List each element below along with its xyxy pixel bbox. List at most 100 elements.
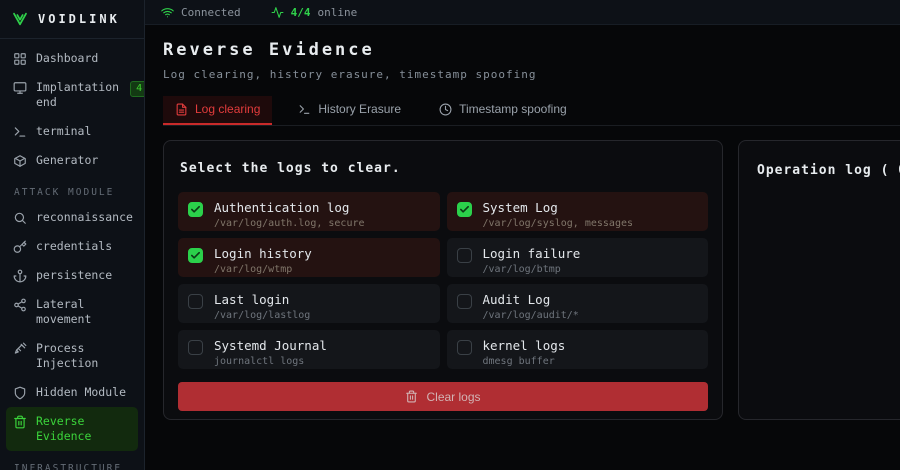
voidlink-logo-icon — [12, 11, 28, 27]
sidebar-item-label: Hidden Module — [36, 385, 131, 400]
package-cube-icon — [13, 154, 27, 168]
log-option-label: Authentication log — [214, 200, 365, 215]
sidebar-item-hidden-module[interactable]: Hidden Module — [6, 378, 138, 407]
log-option-kernel-logs[interactable]: kernel logs dmesg buffer — [447, 330, 709, 369]
sidebar-item-label: reconnaissance — [36, 210, 133, 225]
log-option-path: journalctl logs — [214, 356, 327, 367]
tab-label: Timestamp spoofing — [459, 102, 567, 116]
sidebar-nav: Dashboard Implantation end 4 terminal Ge… — [0, 39, 144, 470]
sidebar-item-reconnaissance[interactable]: reconnaissance — [6, 203, 138, 232]
checkbox-unchecked-icon[interactable] — [457, 340, 472, 355]
terminal-prompt-icon — [13, 125, 27, 139]
log-panel-heading: Select the logs to clear. — [178, 155, 708, 176]
tab-label: Log clearing — [195, 102, 260, 116]
checkbox-checked-icon[interactable] — [188, 248, 203, 263]
clear-logs-button[interactable]: Clear logs — [178, 382, 708, 411]
share-network-icon — [13, 298, 27, 312]
trash-icon — [13, 415, 27, 429]
dashboard-grid-icon — [13, 52, 27, 66]
page-subtitle: Log clearing, history erasure, timestamp… — [163, 68, 900, 81]
sidebar-item-lateral-movement[interactable]: Lateral movement — [6, 290, 138, 334]
wifi-icon — [161, 6, 174, 19]
log-option-path: dmesg buffer — [483, 356, 566, 367]
sidebar-item-label: terminal — [36, 124, 131, 139]
sidebar: VOIDLINK Dashboard Implantation end 4 te… — [0, 0, 145, 470]
terminal-prompt-icon — [298, 103, 311, 116]
log-option-login-failure[interactable]: Login failure/var/log/btmp — [447, 238, 709, 277]
sidebar-item-credentials[interactable]: credentials — [6, 232, 138, 261]
sidebar-item-label: Dashboard — [36, 51, 131, 66]
tab-history-erasure[interactable]: History Erasure — [286, 96, 413, 125]
page-title: Reverse Evidence — [163, 40, 900, 60]
sidebar-item-label: Implantation end — [36, 80, 119, 110]
log-option-label: Login history — [214, 246, 312, 261]
log-option-label: Login failure — [483, 246, 581, 261]
log-clearing-panel: Select the logs to clear. Authentication… — [163, 140, 723, 420]
connection-label: Connected — [181, 6, 241, 19]
log-option-label: Audit Log — [483, 292, 579, 307]
sidebar-section-infrastructure: INFRASTRUCTURE — [6, 451, 138, 470]
sidebar-item-label: persistence — [36, 268, 131, 283]
checkbox-unchecked-icon[interactable] — [457, 248, 472, 263]
status-topbar: Connected 4/4 online — [145, 0, 900, 25]
operation-log-panel: Operation log ( 0 ) — [738, 140, 900, 420]
page-content: Reverse Evidence Log clearing, history e… — [145, 25, 900, 470]
implant-count-badge: 4 — [130, 81, 145, 97]
tab-timestamp-spoofing[interactable]: Timestamp spoofing — [427, 96, 579, 125]
log-option-label: Last login — [214, 292, 310, 307]
log-option-systemd-journal[interactable]: Systemd Journal journalctl logs — [178, 330, 440, 369]
checkbox-unchecked-icon[interactable] — [188, 340, 203, 355]
agents-status: 4/4 online — [271, 6, 358, 19]
app-title: VOIDLINK — [38, 12, 120, 26]
sidebar-item-implantation-end[interactable]: Implantation end 4 — [6, 73, 138, 117]
checkbox-unchecked-icon[interactable] — [457, 294, 472, 309]
monitor-icon — [13, 81, 27, 95]
sidebar-item-terminal[interactable]: terminal — [6, 117, 138, 146]
anchor-icon — [13, 269, 27, 283]
file-text-icon — [175, 103, 188, 116]
tab-label: History Erasure — [318, 102, 401, 116]
sidebar-section-attack-module: ATTACK MODULE — [6, 175, 138, 203]
sidebar-item-label: Process Injection — [36, 341, 131, 371]
sidebar-item-reverse-evidence[interactable]: Reverse Evidence — [6, 407, 138, 451]
checkbox-unchecked-icon[interactable] — [188, 294, 203, 309]
log-option-path: /var/log/syslog, messages — [483, 218, 634, 229]
sidebar-item-label: credentials — [36, 239, 131, 254]
log-option-last-login[interactable]: Last login/var/log/lastlog — [178, 284, 440, 323]
main-area: Connected 4/4 online Reverse Evidence Lo… — [145, 0, 900, 470]
activity-pulse-icon — [271, 6, 284, 19]
clear-logs-button-label: Clear logs — [426, 390, 480, 404]
shield-icon — [13, 386, 27, 400]
sidebar-item-persistence[interactable]: persistence — [6, 261, 138, 290]
log-checkbox-grid: Authentication log/var/log/auth.log, sec… — [178, 192, 708, 369]
syringe-icon — [13, 342, 27, 356]
sidebar-item-generator[interactable]: Generator — [6, 146, 138, 175]
checkbox-checked-icon[interactable] — [457, 202, 472, 217]
app-logo: VOIDLINK — [0, 0, 144, 39]
checkbox-checked-icon[interactable] — [188, 202, 203, 217]
clock-icon — [439, 103, 452, 116]
tab-log-clearing[interactable]: Log clearing — [163, 96, 272, 125]
log-option-path: /var/log/audit/* — [483, 310, 579, 321]
log-option-path: /var/log/wtmp — [214, 264, 312, 275]
log-option-login-history[interactable]: Login history/var/log/wtmp — [178, 238, 440, 277]
log-option-path: /var/log/lastlog — [214, 310, 310, 321]
log-option-label: Systemd Journal — [214, 338, 327, 353]
log-option-audit-log[interactable]: Audit Log/var/log/audit/* — [447, 284, 709, 323]
log-option-authentication-log[interactable]: Authentication log/var/log/auth.log, sec… — [178, 192, 440, 231]
log-option-path: /var/log/auth.log, secure — [214, 218, 365, 229]
sidebar-item-label: Reverse Evidence — [36, 414, 131, 444]
panels-row: Select the logs to clear. Authentication… — [163, 140, 900, 420]
key-icon — [13, 240, 27, 254]
connection-status: Connected — [161, 6, 241, 19]
sidebar-item-process-injection[interactable]: Process Injection — [6, 334, 138, 378]
agents-status-label: online — [317, 6, 357, 19]
agents-count: 4/4 — [291, 6, 311, 19]
log-option-label: System Log — [483, 200, 634, 215]
trash-icon — [405, 390, 418, 403]
sidebar-item-dashboard[interactable]: Dashboard — [6, 44, 138, 73]
sidebar-item-label: Generator — [36, 153, 131, 168]
operation-log-heading: Operation log ( 0 ) — [755, 157, 900, 178]
log-option-system-log[interactable]: System Log/var/log/syslog, messages — [447, 192, 709, 231]
log-option-label: kernel logs — [483, 338, 566, 353]
